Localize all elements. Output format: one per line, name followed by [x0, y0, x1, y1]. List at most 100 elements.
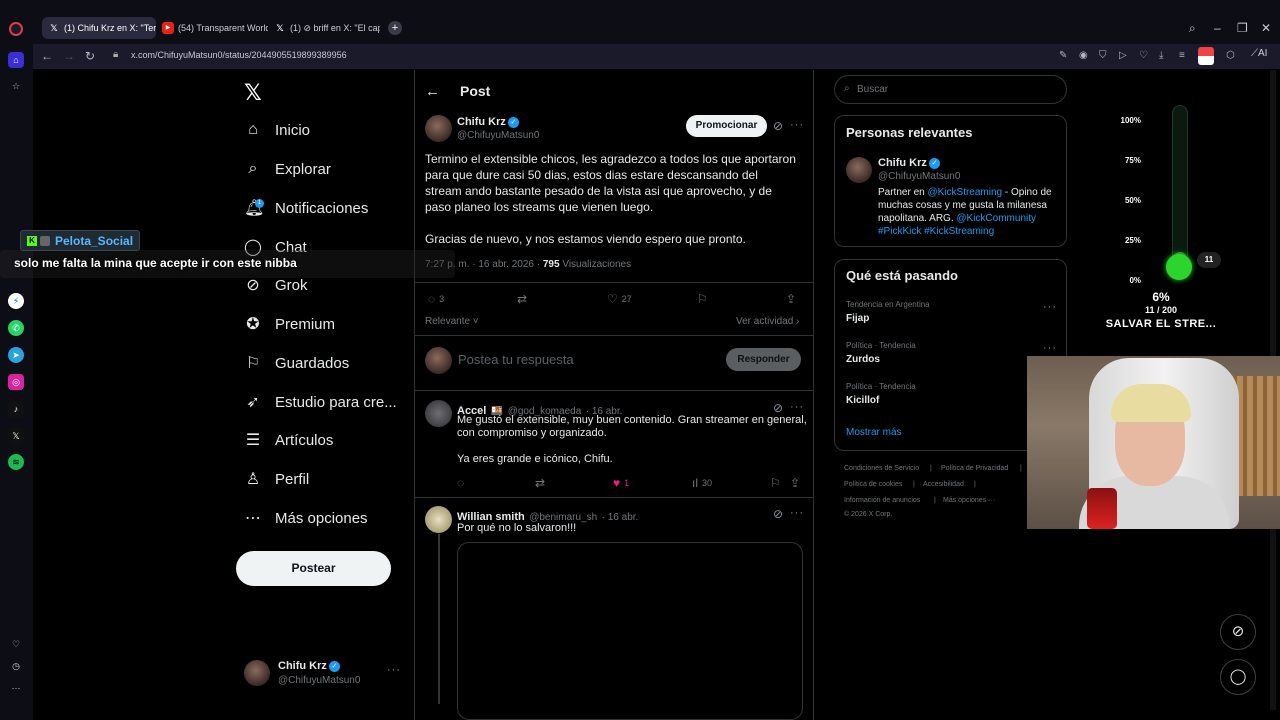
bio-link[interactable]: @KickStreaming: [927, 187, 1002, 198]
activity-link[interactable]: Ver actividad ›: [736, 316, 799, 327]
footer-link[interactable]: Condiciones de Servicio: [844, 465, 919, 472]
grok-icon[interactable]: ⊘: [773, 507, 784, 521]
more-icon[interactable]: ···: [1043, 301, 1057, 313]
like-button[interactable]: ♡ 27: [607, 292, 632, 306]
messages-fab[interactable]: ◯: [1220, 659, 1256, 695]
nav-item-articulos[interactable]: ☰ Artículos: [244, 427, 334, 453]
footer-link[interactable]: Accesibilidad: [923, 481, 964, 488]
more-icon[interactable]: ···: [1043, 342, 1057, 354]
messenger-icon[interactable]: ⚡: [8, 293, 24, 309]
extensions-icon[interactable]: ⬡: [1226, 49, 1235, 63]
avatar[interactable]: [846, 157, 872, 183]
url-field[interactable]: x.com/ChifuyuMatsun0/status/204490551989…: [131, 50, 347, 60]
nav-item-notificaciones[interactable]: 🔔︎ 1 Notificaciones: [244, 195, 368, 221]
bio-link[interactable]: @KickCommunity: [956, 213, 1036, 224]
like-button[interactable]: ♥ 1: [613, 476, 629, 490]
more-icon[interactable]: ···: [790, 401, 804, 413]
download-icon[interactable]: ⤓: [1159, 49, 1163, 63]
bookmark-button[interactable]: ⚐: [770, 476, 785, 490]
whatsapp-icon[interactable]: ✆: [8, 320, 24, 336]
spotify-icon[interactable]: ≋: [8, 454, 24, 470]
views-button[interactable]: ıl 30: [692, 476, 712, 490]
author-name[interactable]: Chifu Krz ✓: [457, 116, 519, 128]
instagram-icon[interactable]: ◎: [8, 374, 24, 390]
more-dots-icon[interactable]: ···: [8, 680, 24, 696]
footer-link[interactable]: Más opciones ···: [943, 497, 995, 504]
trend-item[interactable]: Kicillof: [846, 395, 879, 406]
nav-item-premium[interactable]: ✪ Premium: [244, 311, 335, 337]
footer-link[interactable]: Política de cookies: [844, 481, 902, 488]
camera-icon[interactable]: ◉: [1079, 49, 1088, 63]
history-icon[interactable]: ◷: [8, 658, 24, 674]
tab-2[interactable]: 𝕏 (1) ⊘ briff en X: "El capítul: [268, 17, 380, 39]
browser-logo-icon[interactable]: [9, 22, 23, 36]
search-tabs-icon[interactable]: ⌕: [1189, 20, 1196, 36]
nav-item-inicio[interactable]: ⌂ Inicio: [244, 117, 310, 143]
nav-item-guardados[interactable]: ⚐ Guardados: [244, 350, 349, 376]
minimize-icon[interactable]: –: [1214, 20, 1221, 36]
pin-icon[interactable]: ☆: [8, 78, 24, 94]
avatar[interactable]: [425, 400, 452, 427]
bookmark-button[interactable]: ⚐: [697, 292, 712, 306]
bio-link[interactable]: #PickKick #KickStreaming: [878, 226, 994, 237]
profile-avatar-icon[interactable]: [1198, 47, 1214, 65]
lock-icon[interactable]: 🔒︎: [113, 49, 118, 60]
relevant-name[interactable]: Chifu Krz ✓: [878, 157, 940, 169]
grok-fab[interactable]: ⊘: [1220, 614, 1256, 650]
tiktok-icon[interactable]: ♪: [8, 401, 24, 417]
reply-date[interactable]: · 16 abr.: [602, 512, 639, 523]
shield-icon[interactable]: ⛉: [1099, 49, 1107, 63]
nav-item-estudio[interactable]: ➶ Estudio para cre...: [244, 389, 396, 415]
media-attachment[interactable]: [457, 542, 803, 720]
menu-icon[interactable]: ≡: [1179, 49, 1185, 63]
ai-button[interactable]: ⟋AI: [1251, 48, 1267, 59]
repost-button[interactable]: ⇄: [517, 292, 531, 306]
x-logo-icon[interactable]: 𝕏: [8, 428, 24, 444]
edit-icon[interactable]: ✎: [1059, 49, 1067, 63]
promote-button[interactable]: Promocionar: [686, 115, 767, 137]
avatar[interactable]: [425, 506, 452, 533]
reload-icon[interactable]: ↻: [85, 48, 95, 64]
share-button[interactable]: ⇪: [786, 292, 800, 306]
nav-item-explorar[interactable]: ⌕ Explorar: [244, 156, 331, 182]
post-button[interactable]: Postear: [236, 551, 391, 586]
more-icon[interactable]: ···: [790, 119, 804, 131]
account-switcher[interactable]: Chifu Krz ✓ @ChifuyuMatsun0 ···: [244, 658, 404, 688]
more-icon[interactable]: ···: [790, 507, 804, 519]
nav-item-mas-opciones[interactable]: ⋯ Más opciones: [244, 505, 368, 531]
back-icon[interactable]: ←: [41, 48, 53, 64]
x-logo-icon[interactable]: 𝕏: [244, 80, 262, 106]
trend-item[interactable]: Fijap: [846, 313, 869, 324]
play-icon[interactable]: ▷: [1119, 49, 1127, 63]
heart-icon[interactable]: ♡: [1139, 49, 1148, 63]
forward-icon[interactable]: →: [63, 48, 75, 64]
new-tab-button[interactable]: +: [388, 21, 402, 35]
author-handle[interactable]: @ChifuyuMatsun0: [457, 130, 539, 141]
repost-button[interactable]: ⇄: [535, 476, 549, 490]
footer-link[interactable]: Política de Privacidad: [941, 465, 1008, 472]
grok-icon[interactable]: ⊘: [773, 401, 784, 415]
close-icon[interactable]: ✕: [1261, 20, 1271, 36]
more-icon[interactable]: ···: [387, 664, 401, 676]
maximize-icon[interactable]: ❐: [1237, 20, 1248, 36]
back-arrow-icon[interactable]: ←: [425, 83, 440, 100]
search-input[interactable]: ⌕ Buscar: [834, 75, 1067, 104]
reply-input[interactable]: Postea tu respuesta: [458, 352, 574, 367]
sort-dropdown[interactable]: Relevante ˅: [425, 316, 479, 327]
nav-item-perfil[interactable]: ♙ Perfil: [244, 466, 309, 492]
reply-submit-button[interactable]: Responder: [726, 348, 801, 371]
tab-1[interactable]: ▶ (54) Transparent World – A: [156, 17, 268, 39]
heart-outline-icon[interactable]: ♡: [8, 636, 24, 652]
relevant-handle[interactable]: @ChifuyuMatsun0: [878, 171, 960, 182]
telegram-icon[interactable]: ➤: [8, 347, 24, 363]
tab-0[interactable]: 𝕏 (1) Chifu Krz en X: "Termin: [42, 17, 156, 39]
reply-button[interactable]: ◌ 3: [428, 292, 444, 306]
grok-icon[interactable]: ⊘: [773, 119, 784, 133]
show-more-link[interactable]: Mostrar más: [846, 427, 902, 438]
footer-link[interactable]: Información de anuncios: [844, 497, 920, 504]
home-icon[interactable]: ⌂: [8, 52, 24, 68]
trend-item[interactable]: Zurdos: [846, 354, 880, 365]
avatar[interactable]: [425, 115, 452, 142]
share-button[interactable]: ⇪: [790, 476, 804, 490]
reply-button[interactable]: ◌: [457, 476, 468, 490]
